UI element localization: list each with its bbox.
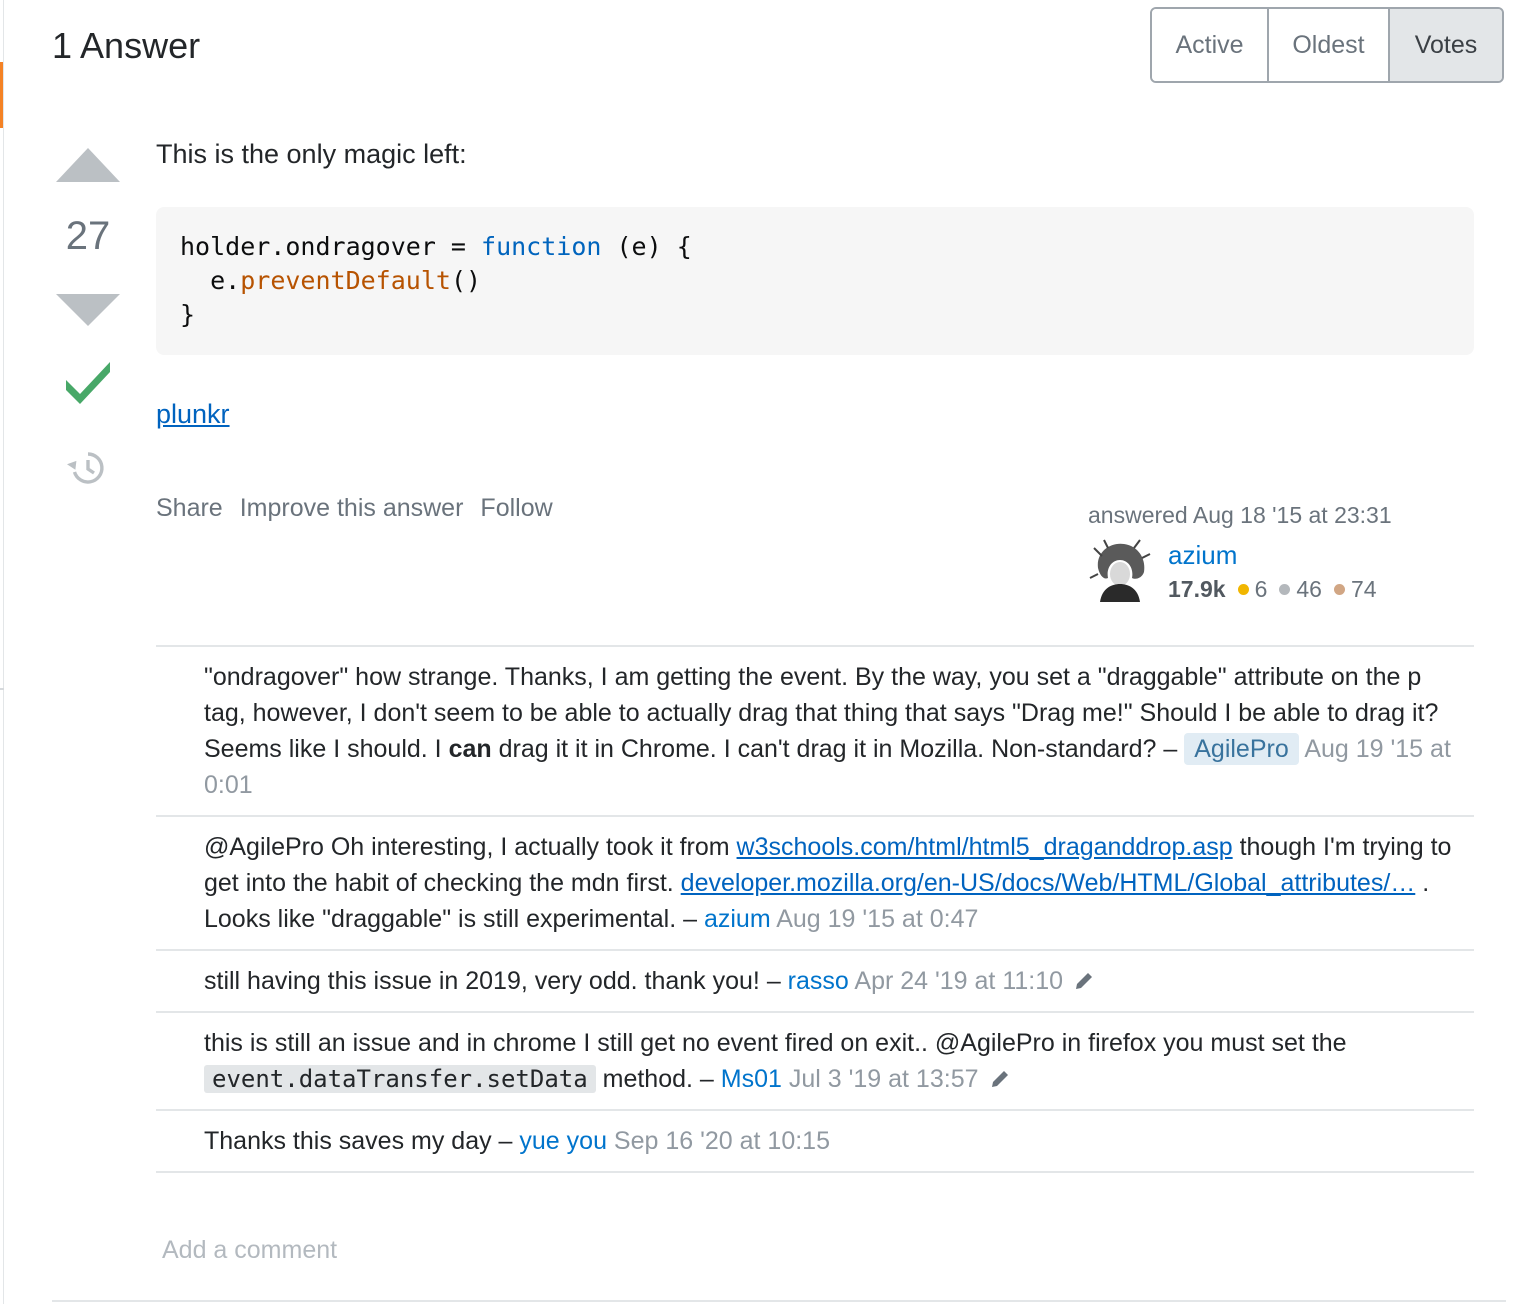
comment-author-link[interactable]: rasso (788, 967, 849, 995)
code-line3: } (180, 300, 196, 329)
sort-tab-oldest[interactable]: Oldest (1269, 9, 1390, 81)
comment-bold-text: can (448, 735, 492, 763)
sort-tabs: Active Oldest Votes (1150, 7, 1504, 83)
follow-link[interactable]: Follow (480, 494, 552, 523)
add-comment-link[interactable]: Add a comment (162, 1236, 337, 1265)
gold-badge: 6 (1237, 576, 1268, 603)
comment-author-link[interactable]: azium (704, 905, 771, 933)
comment-author-link[interactable]: Ms01 (721, 1065, 782, 1093)
improve-answer-link[interactable]: Improve this answer (240, 494, 464, 523)
comment-author-link[interactable]: AgilePro (1184, 733, 1299, 765)
comment-text: @AgilePro Oh interesting, I actually too… (204, 833, 737, 861)
comments-list: "ondragover" how strange. Thanks, I am g… (156, 645, 1474, 1173)
edited-pencil-icon (1076, 973, 1093, 989)
silver-badge-count: 46 (1296, 576, 1322, 602)
downvote-arrow-icon[interactable] (56, 294, 120, 326)
user-avatar[interactable] (1088, 538, 1152, 602)
comment-link-mdn[interactable]: developer.mozilla.org/en-US/docs/Web/HTM… (681, 869, 1416, 897)
plunkr-link[interactable]: plunkr (156, 399, 230, 430)
silver-badge-dot-icon (1279, 584, 1291, 595)
comment-link-w3schools[interactable]: w3schools.com/html/html5_draganddrop.asp (737, 833, 1233, 861)
comment: Thanks this saves my day – yue you Sep 1… (156, 1111, 1474, 1173)
comment: "ondragover" how strange. Thanks, I am g… (156, 647, 1474, 817)
code-keyword: function (481, 232, 602, 261)
comment: still having this issue in 2019, very od… (156, 951, 1474, 1013)
sort-tab-active[interactable]: Active (1152, 9, 1269, 81)
bronze-badge: 74 (1333, 576, 1377, 603)
comment-author-link[interactable]: yue you (519, 1127, 607, 1155)
bronze-badge-count: 74 (1350, 576, 1377, 602)
left-rail (0, 0, 4, 1304)
gold-badge-dot-icon (1237, 584, 1249, 595)
comment-date[interactable]: Jul 3 '19 at 13:57 (789, 1065, 979, 1093)
code-line1-a: holder.ondragover = (180, 232, 482, 261)
code-line2-a: e. (180, 266, 241, 295)
user-reputation: 17.9k 6 46 74 (1168, 576, 1389, 603)
edited-pencil-icon (991, 1071, 1008, 1087)
comment-date[interactable]: Aug 19 '15 at 0:47 (776, 905, 978, 933)
comment-text: this is still an issue and in chrome I s… (204, 1029, 1347, 1057)
sort-tab-votes[interactable]: Votes (1390, 9, 1502, 81)
answers-count-title: 1 Answer (52, 25, 201, 66)
upvote-arrow-icon[interactable] (56, 148, 120, 182)
reputation-score: 17.9k (1168, 576, 1226, 602)
comment-text: Thanks this saves my day – (204, 1127, 520, 1155)
history-icon[interactable] (66, 448, 106, 488)
comment-date[interactable]: Sep 16 '20 at 10:15 (614, 1127, 830, 1155)
code-function: preventDefault (240, 266, 451, 295)
comment-code: event.dataTransfer.setData (204, 1065, 596, 1093)
answer-intro: This is the only magic left: (156, 139, 467, 169)
comment-text: method. – (595, 1065, 721, 1093)
share-link[interactable]: Share (156, 494, 223, 523)
left-rail-accent (0, 62, 3, 128)
code-line2-b: () (450, 266, 482, 295)
bronze-badge-dot-icon (1333, 584, 1345, 595)
comment-text: still having this issue in 2019, very od… (204, 967, 788, 995)
code-block: holder.ondragover = function (e) { e.pre… (156, 207, 1474, 355)
post-menu: Share Improve this answer Follow (156, 494, 553, 523)
vote-count: 27 (65, 214, 111, 258)
answer-body: This is the only magic left: holder.ondr… (156, 132, 1474, 430)
gold-badge-count: 6 (1254, 576, 1268, 602)
answered-timestamp: answered Aug 18 '15 at 23:31 (1088, 502, 1392, 528)
comment-text: drag it it in Chrome. I can't drag it in… (491, 735, 1185, 763)
user-card: answered Aug 18 '15 at 23:31 azium 17.9k… (1088, 502, 1448, 602)
accepted-checkmark-icon (66, 362, 110, 404)
comment: this is still an issue and in chrome I s… (156, 1013, 1474, 1111)
comment: @AgilePro Oh interesting, I actually too… (156, 817, 1474, 951)
code-line1-b: (e) { (601, 232, 692, 261)
user-name-link[interactable]: azium (1168, 540, 1237, 571)
silver-badge: 46 (1279, 576, 1322, 603)
bottom-divider (52, 1300, 1506, 1302)
left-rail-tick (0, 688, 4, 690)
comment-date[interactable]: Apr 24 '19 at 11:10 (854, 967, 1063, 995)
